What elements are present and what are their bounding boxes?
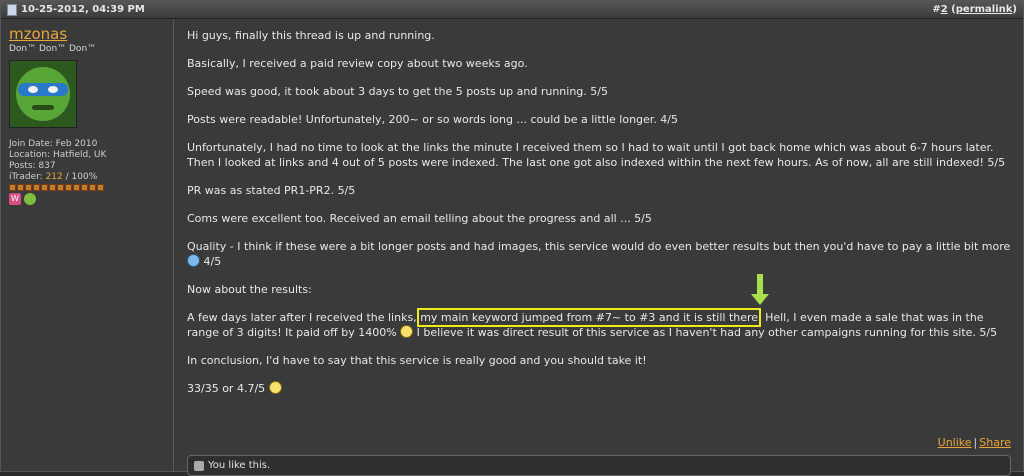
itrader-count-link[interactable]: 212 [46, 172, 63, 182]
post-paragraph: Quality - I think if these were a bit lo… [187, 240, 1011, 268]
post-index: #2 (permalink) [932, 4, 1017, 15]
permalink-link[interactable]: permalink [956, 4, 1013, 15]
post-paragraph: Coms were excellent too. Received an ema… [187, 212, 652, 225]
highlighted-text: my main keyword jumped from #7~ to #3 an… [417, 308, 762, 327]
post-paragraph: Posts were readable! Unfortunately, 200~… [187, 113, 679, 126]
reputation-bar [9, 184, 173, 191]
post-paragraph: Unfortunately, I had no time to look at … [187, 141, 1006, 169]
share-link[interactable]: Share [979, 436, 1011, 449]
post-paragraph: 33/35 or 4.7/5 [187, 381, 1013, 396]
arrow-down-icon [751, 274, 769, 305]
post-date: 10-25-2012, 04:39 PM [21, 4, 145, 15]
post-number-link[interactable]: 2 [941, 4, 948, 15]
like-text: You like this. [208, 460, 271, 471]
post-actions: Unlike | Share [937, 436, 1011, 449]
itrader-rating: iTrader: 212 / 100% [9, 172, 98, 182]
like-bar: You like this. [187, 455, 1011, 476]
blue-smiley-icon [187, 254, 200, 267]
post-paragraph: PR was as stated PR1-PR2. 5/5 [187, 184, 356, 197]
smiley-icon [400, 325, 414, 338]
avatar[interactable] [9, 60, 77, 128]
user-info-panel: mzonas Don™ Don™ Don™ Join Date: Feb 201… [1, 19, 174, 471]
user-title: Don™ Don™ Don™ [9, 44, 97, 54]
leaf-badge-icon [24, 193, 36, 205]
smiley-icon [268, 381, 282, 394]
unlike-link[interactable]: Unlike [938, 436, 972, 449]
post-paragraph: In conclusion, I'd have to say that this… [187, 354, 647, 367]
post-paragraph: Now about the results: [187, 283, 312, 296]
post-content: Hi guys, finally this thread is up and r… [174, 19, 1023, 476]
post-count: Posts: 837 [9, 161, 56, 171]
post-paragraph: A few days later after I received the li… [187, 308, 998, 339]
join-date: Join Date: Feb 2010 [9, 139, 98, 149]
location: Location: Hatfield, UK [9, 150, 107, 160]
forum-post: 10-25-2012, 04:39 PM #2 (permalink) mzon… [0, 0, 1024, 476]
like-icon [194, 460, 204, 471]
post-paragraph: Hi guys, finally this thread is up and r… [187, 29, 435, 42]
post-header: 10-25-2012, 04:39 PM #2 (permalink) [1, 1, 1023, 19]
post-paragraph: Speed was good, it took about 3 days to … [187, 85, 608, 98]
post-paragraph: Basically, I received a paid review copy… [187, 57, 528, 70]
document-icon [7, 3, 17, 16]
award-badge-icon: W [9, 193, 21, 205]
username-link[interactable]: mzonas [9, 25, 173, 43]
